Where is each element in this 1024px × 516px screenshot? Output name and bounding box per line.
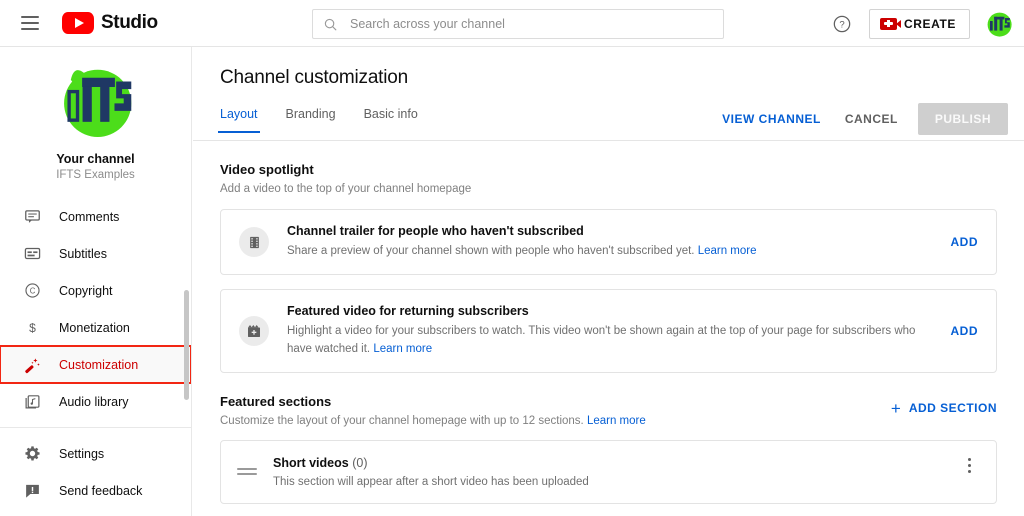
sidebar-divider bbox=[0, 427, 191, 428]
sidebar-item-comments[interactable]: Comments bbox=[0, 198, 191, 235]
tab-label: Basic info bbox=[363, 107, 418, 121]
section-row-count: (0) bbox=[352, 455, 368, 470]
search-icon bbox=[324, 18, 337, 30]
section-row-name: Short videos bbox=[273, 455, 349, 470]
sidebar-item-label: Send feedback bbox=[59, 483, 143, 498]
section-title: Video spotlight bbox=[220, 162, 314, 177]
movie-plus-icon bbox=[239, 316, 269, 346]
card-description: Highlight a video for your subscribers t… bbox=[287, 323, 937, 358]
sidebar-item-label: Settings bbox=[59, 446, 105, 461]
section-row-body: Short videos (0) This section will appea… bbox=[273, 456, 958, 488]
main-content: Channel customization Layout Branding Ba… bbox=[193, 47, 1024, 516]
sidebar-item-settings[interactable]: Settings bbox=[0, 435, 191, 472]
channel-name: IFTS Examples bbox=[56, 169, 135, 181]
tab-label: Branding bbox=[285, 107, 336, 121]
search-input[interactable] bbox=[350, 17, 713, 31]
page-actions: VIEW CHANNEL CANCEL PUBLISH bbox=[710, 103, 1008, 135]
channel-summary[interactable]: Your channel IFTS Examples bbox=[0, 47, 191, 181]
card-body: Featured video for returning subscribers… bbox=[287, 304, 951, 358]
sidebar-item-label: Audio library bbox=[59, 394, 129, 409]
sidebar-item-label: Subtitles bbox=[59, 246, 107, 261]
magic-wand-icon bbox=[22, 355, 42, 375]
sidebar-nav: Comments Subtitles C Copyright $ Monetiz… bbox=[0, 198, 191, 509]
sidebar-item-label: Copyright bbox=[59, 283, 113, 298]
drag-handle-icon[interactable] bbox=[237, 468, 257, 476]
card-title: Featured video for returning subscribers bbox=[287, 304, 529, 319]
section-title: Featured sections bbox=[220, 393, 332, 409]
add-section-label: ADD SECTION bbox=[908, 401, 997, 416]
help-circle-icon[interactable]: ? bbox=[829, 11, 855, 37]
sidebar-item-audio-library[interactable]: Audio library bbox=[0, 383, 191, 420]
feedback-icon bbox=[22, 481, 42, 501]
learn-more-link[interactable]: Learn more bbox=[587, 415, 646, 427]
publish-button[interactable]: PUBLISH bbox=[917, 103, 1008, 135]
add-featured-video-button[interactable]: ADD bbox=[951, 324, 979, 338]
channel-avatar-ifts bbox=[54, 58, 138, 142]
sidebar-item-monetization[interactable]: $ Monetization bbox=[0, 309, 191, 346]
subtitles-icon bbox=[22, 244, 42, 264]
sidebar-item-label: Monetization bbox=[59, 320, 130, 335]
film-strip-icon bbox=[239, 227, 269, 258]
section-subtitle: Add a video to the top of your channel h… bbox=[220, 183, 472, 195]
youtube-studio-window: Studio ? CREATE bbox=[0, 0, 1024, 516]
hamburger-icon[interactable] bbox=[16, 9, 44, 37]
sidebar-item-copyright[interactable]: C Copyright bbox=[0, 272, 191, 309]
dollar-sign-icon: $ bbox=[22, 318, 42, 338]
brand-label: Studio bbox=[101, 12, 158, 33]
youtube-logo-icon bbox=[62, 12, 94, 34]
page-title: Channel customization bbox=[220, 67, 409, 88]
gear-icon bbox=[22, 444, 42, 464]
tab-basic-info[interactable]: Basic info bbox=[364, 103, 418, 133]
copyright-icon: C bbox=[22, 281, 42, 301]
featured-sections-header: Featured sections Customize the layout o… bbox=[220, 394, 997, 427]
learn-more-link[interactable]: Learn more bbox=[373, 343, 432, 355]
top-navigation-bar: Studio ? CREATE bbox=[0, 0, 1024, 47]
tab-label: Layout bbox=[220, 107, 258, 121]
comment-icon bbox=[22, 207, 42, 227]
svg-text:?: ? bbox=[839, 19, 844, 30]
layout-content: Video spotlight Add a video to the top o… bbox=[193, 162, 1024, 516]
audio-library-icon bbox=[22, 392, 42, 412]
sidebar-item-subtitles[interactable]: Subtitles bbox=[0, 235, 191, 272]
sidebar-scrollbar[interactable] bbox=[184, 290, 189, 400]
plus-icon: + bbox=[890, 398, 901, 418]
video-camera-plus-icon bbox=[879, 17, 901, 30]
card-description: Share a preview of your channel shown wi… bbox=[287, 243, 937, 260]
card-description-text: Share a preview of your channel shown wi… bbox=[287, 245, 695, 257]
view-channel-button[interactable]: VIEW CHANNEL bbox=[710, 104, 833, 134]
section-row-title: Short videos (0) bbox=[273, 456, 958, 470]
tab-bar: Layout Branding Basic info VIEW CHANNEL … bbox=[193, 103, 1024, 141]
svg-text:C: C bbox=[29, 286, 35, 295]
section-subtitle: Customize the layout of your channel hom… bbox=[220, 415, 997, 427]
channel-trailer-card: Channel trailer for people who haven't s… bbox=[220, 209, 997, 276]
avatar[interactable] bbox=[984, 8, 1014, 39]
kebab-menu-icon[interactable] bbox=[958, 457, 980, 473]
section-subtitle-text: Customize the layout of your channel hom… bbox=[220, 414, 584, 427]
top-right-actions: ? CREATE bbox=[829, 0, 1024, 47]
learn-more-link[interactable]: Learn more bbox=[698, 245, 757, 257]
create-button-label: CREATE bbox=[903, 16, 956, 31]
sidebar-item-send-feedback[interactable]: Send feedback bbox=[0, 472, 191, 509]
search-bar[interactable] bbox=[312, 9, 724, 39]
left-sidebar: Your channel IFTS Examples Comments Subt… bbox=[0, 47, 192, 516]
card-body: Channel trailer for people who haven't s… bbox=[287, 224, 951, 260]
featured-video-card: Featured video for returning subscribers… bbox=[220, 289, 997, 373]
video-spotlight-header: Video spotlight Add a video to the top o… bbox=[220, 162, 997, 195]
sidebar-item-label: Customization bbox=[59, 357, 139, 372]
channel-title: Your channel bbox=[56, 152, 135, 166]
svg-text:$: $ bbox=[29, 321, 36, 335]
add-trailer-button[interactable]: ADD bbox=[951, 235, 979, 249]
sidebar-item-label: Comments bbox=[59, 209, 120, 224]
create-button[interactable]: CREATE bbox=[868, 8, 970, 39]
studio-brand-logo[interactable]: Studio bbox=[62, 12, 158, 34]
cancel-button[interactable]: CANCEL bbox=[833, 104, 910, 134]
section-row-description: This section will appear after a short v… bbox=[273, 475, 589, 488]
tab-layout[interactable]: Layout bbox=[218, 103, 260, 133]
add-section-button[interactable]: + ADD SECTION bbox=[891, 400, 997, 417]
section-row-short-videos: Short videos (0) This section will appea… bbox=[220, 439, 997, 504]
sidebar-item-customization[interactable]: Customization bbox=[0, 345, 191, 384]
card-title: Channel trailer for people who haven't s… bbox=[287, 224, 584, 238]
tab-branding[interactable]: Branding bbox=[286, 103, 336, 133]
